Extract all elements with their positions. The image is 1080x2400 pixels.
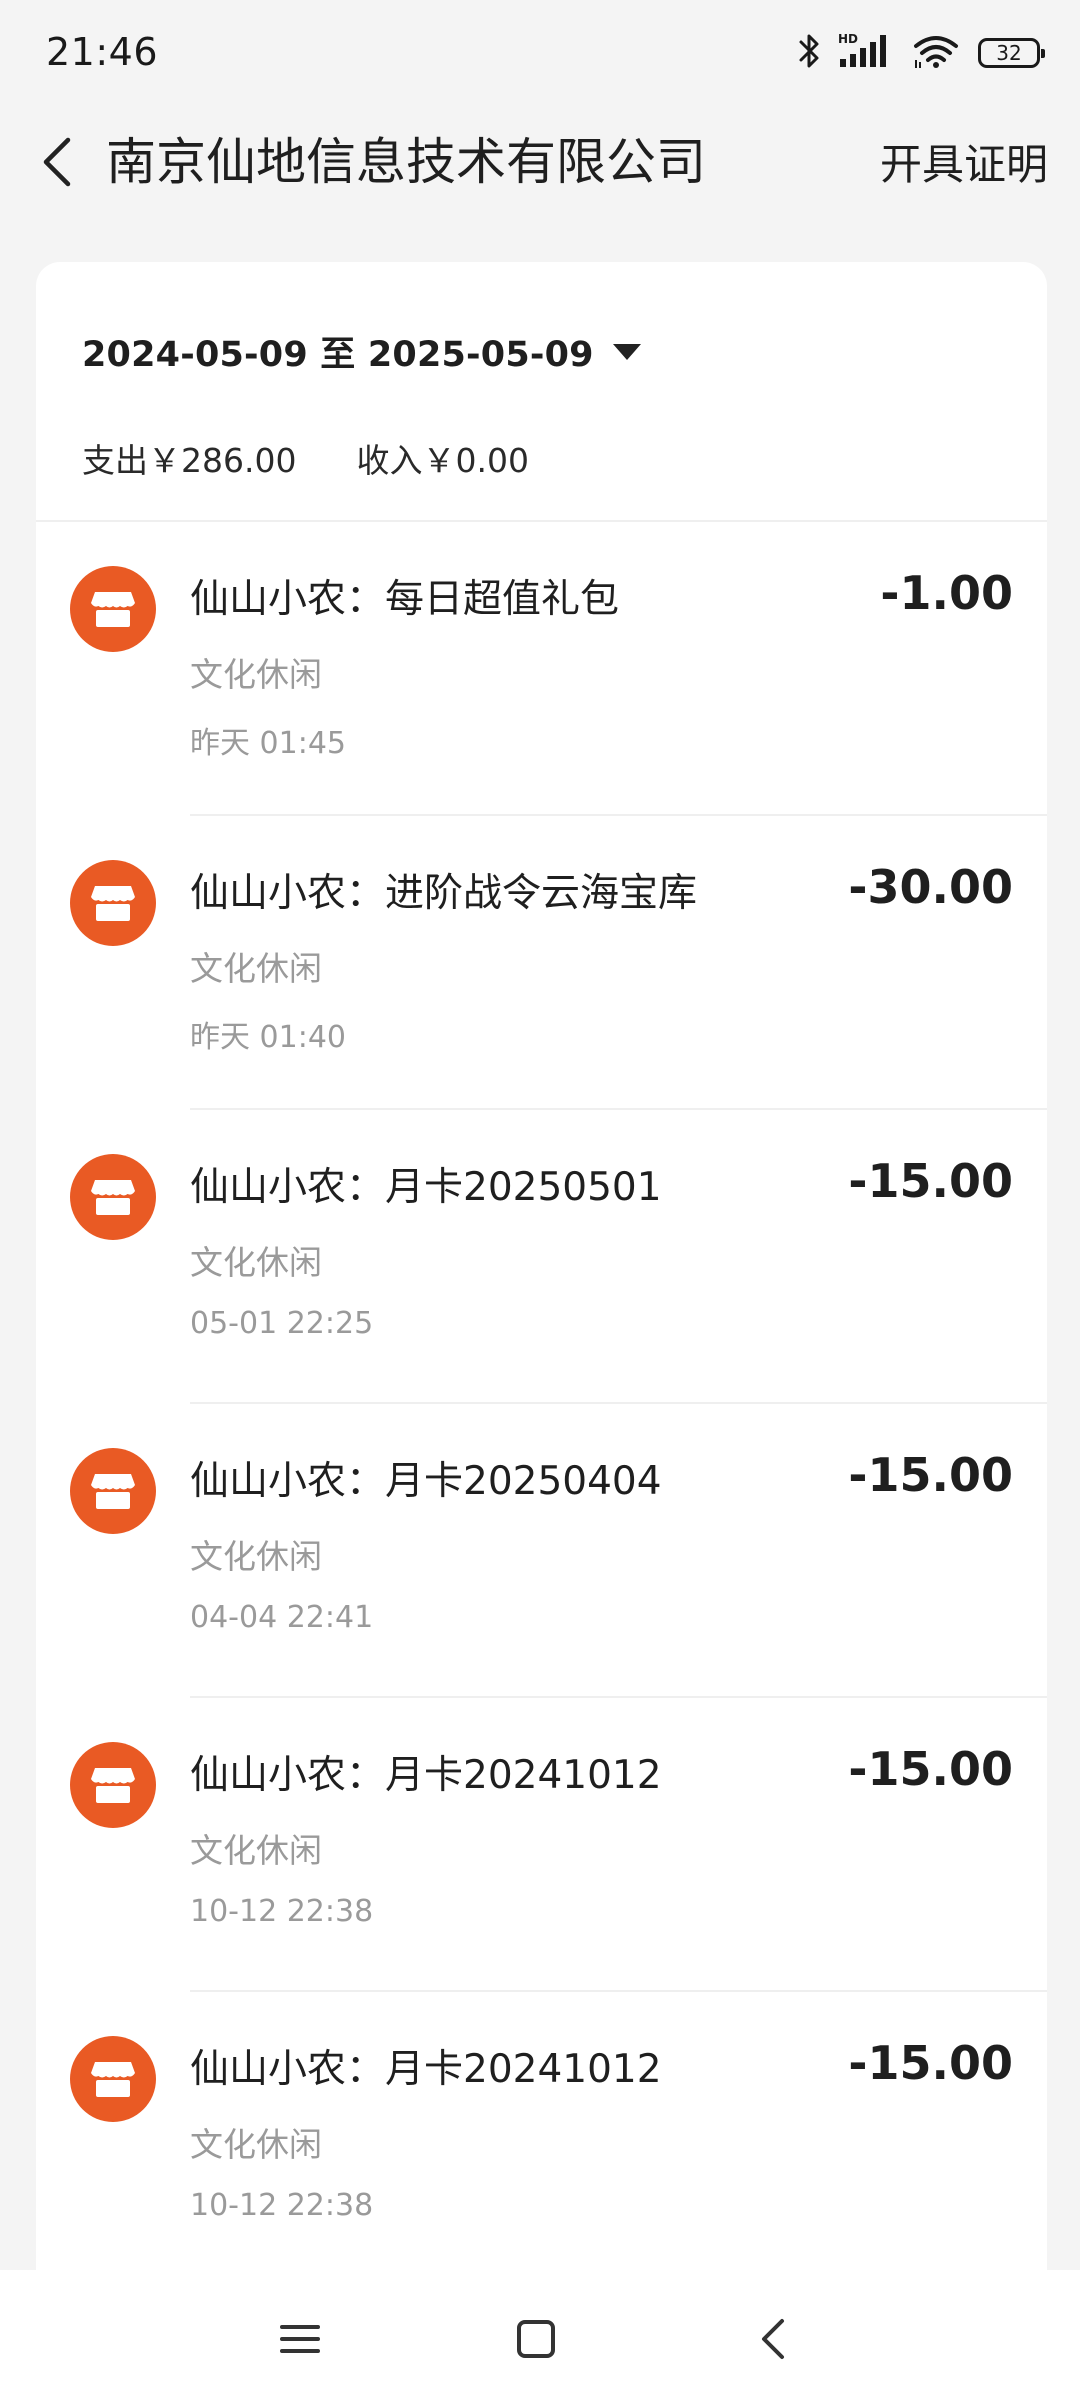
back-button[interactable] (22, 126, 92, 198)
page-title: 南京仙地信息技术有限公司 (106, 133, 706, 191)
shop-icon (70, 860, 156, 946)
transaction-time: 10-12 22:38 (190, 1894, 374, 1929)
list-item[interactable]: 仙山小农：每日超值礼包 文化休闲 昨天 01:45 -1.00 (36, 522, 1047, 816)
system-nav-bar (0, 2270, 1080, 2400)
wifi-icon (912, 32, 960, 74)
list-item[interactable]: 仙山小农：月卡20250404 文化休闲 04-04 22:41 -15.00 (36, 1404, 1047, 1698)
transaction-category: 文化休闲 (190, 2125, 322, 2164)
transaction-time: 昨天 01:40 (190, 1020, 346, 1055)
chevron-left-icon (43, 137, 71, 187)
status-time: 21:46 (46, 30, 159, 74)
back-icon (762, 2319, 784, 2359)
shop-icon (70, 1742, 156, 1828)
date-range-selector[interactable]: 2024-05-09 至 2025-05-09 (82, 326, 642, 377)
transaction-time: 昨天 01:45 (190, 726, 346, 761)
home-square-icon (517, 2320, 555, 2358)
transaction-title: 仙山小农：每日超值礼包 (190, 577, 620, 622)
menu-button[interactable] (265, 2304, 335, 2374)
shop-icon (70, 1154, 156, 1240)
income-total: 收入￥0.00 (356, 441, 529, 480)
transaction-title: 仙山小农：月卡20241012 (190, 2047, 662, 2092)
issue-certificate-button[interactable]: 开具证明 (880, 132, 1048, 198)
transaction-title: 仙山小农：月卡20250404 (190, 1459, 662, 1504)
status-icons: HD 32 (798, 30, 1045, 76)
shop-icon (70, 2036, 156, 2122)
transaction-category: 文化休闲 (190, 1243, 322, 1282)
header: 南京仙地信息技术有限公司 开具证明 (0, 106, 1080, 226)
transaction-time: 04-04 22:41 (190, 1600, 374, 1635)
transaction-category: 文化休闲 (190, 1831, 322, 1870)
shop-icon (70, 566, 156, 652)
transactions-card: 2024-05-09 至 2025-05-09 支出￥286.00 收入￥0.0… (36, 262, 1047, 2400)
status-bar: 21:46 HD 32 (0, 0, 1080, 106)
transaction-time: 05-01 22:25 (190, 1306, 374, 1341)
list-item[interactable]: 仙山小农：月卡20241012 文化休闲 10-12 22:38 -15.00 (36, 1698, 1047, 1992)
hd-signal-icon: HD (838, 31, 894, 75)
transaction-amount: -15.00 (848, 2036, 1013, 2090)
transaction-amount: -15.00 (848, 1742, 1013, 1796)
caret-down-icon (612, 343, 641, 360)
nav-back-button[interactable] (737, 2304, 807, 2374)
home-button[interactable] (501, 2304, 571, 2374)
transaction-category: 文化休闲 (190, 949, 322, 988)
shop-icon (70, 1448, 156, 1534)
svg-text:HD: HD (838, 32, 858, 46)
transaction-amount: -15.00 (848, 1154, 1013, 1208)
list-item[interactable]: 仙山小农：进阶战令云海宝库 文化休闲 昨天 01:40 -30.00 (36, 816, 1047, 1110)
expense-total: 支出￥286.00 (82, 441, 297, 480)
transaction-title: 仙山小农：进阶战令云海宝库 (190, 871, 698, 916)
transaction-category: 文化休闲 (190, 655, 322, 694)
list-item[interactable]: 仙山小农：月卡20241012 文化休闲 10-12 22:38 -15.00 (36, 1992, 1047, 2286)
transaction-title: 仙山小农：月卡20241012 (190, 1753, 662, 1798)
summary: 支出￥286.00 收入￥0.00 (82, 434, 529, 482)
transaction-amount: -1.00 (880, 566, 1013, 620)
transaction-time: 10-12 22:38 (190, 2188, 374, 2223)
transaction-title: 仙山小农：月卡20250501 (190, 1165, 662, 1210)
menu-icon (280, 2325, 320, 2353)
bluetooth-icon (798, 32, 820, 74)
transaction-list: 仙山小农：每日超值礼包 文化休闲 昨天 01:45 -1.00 仙山小农：进阶战… (36, 522, 1047, 2286)
transaction-category: 文化休闲 (190, 1537, 322, 1576)
transaction-amount: -30.00 (848, 860, 1013, 914)
transaction-amount: -15.00 (848, 1448, 1013, 1502)
date-range-text: 2024-05-09 至 2025-05-09 (82, 335, 594, 375)
list-item[interactable]: 仙山小农：月卡20250501 文化休闲 05-01 22:25 -15.00 (36, 1110, 1047, 1404)
battery-icon: 32 (978, 38, 1045, 68)
